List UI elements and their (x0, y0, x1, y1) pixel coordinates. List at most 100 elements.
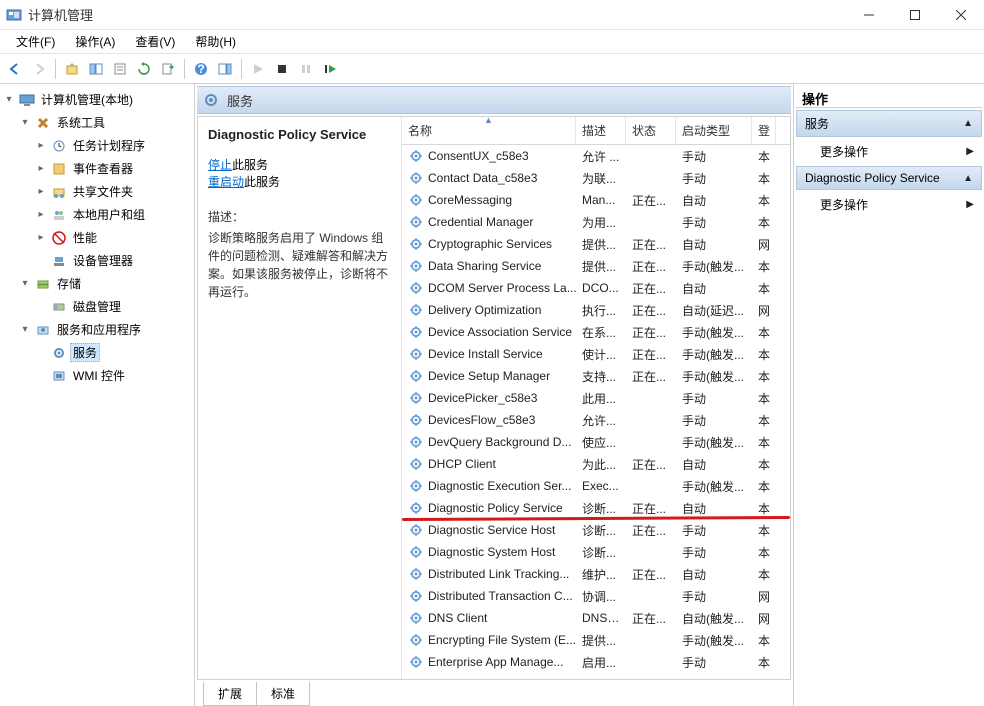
export-button[interactable] (157, 58, 179, 80)
action-pane-toggle[interactable] (214, 58, 236, 80)
service-row[interactable]: Contact Data_c58e3为联...手动本 (402, 167, 790, 189)
menu-help[interactable]: 帮助(H) (185, 30, 246, 53)
caret-icon[interactable]: ▾ (18, 117, 32, 128)
refresh-button[interactable] (133, 58, 155, 80)
service-row[interactable]: Enterprise App Manage...启用...手动本 (402, 651, 790, 673)
caret-icon[interactable]: ▾ (18, 278, 32, 289)
service-row[interactable]: Distributed Transaction C...协调...手动网 (402, 585, 790, 607)
restart-link[interactable]: 重启动 (208, 175, 244, 189)
service-row[interactable]: Delivery Optimization执行...正在...自动(延迟...网 (402, 299, 790, 321)
tab-extended[interactable]: 扩展 (203, 682, 257, 706)
service-row[interactable]: Cryptographic Services提供...正在...自动网 (402, 233, 790, 255)
col-logon[interactable]: 登 (752, 117, 776, 144)
col-status[interactable]: 状态 (626, 117, 676, 144)
stop-service-button[interactable] (271, 58, 293, 80)
service-row[interactable]: DHCP Client为此...正在...自动本 (402, 453, 790, 475)
service-row[interactable]: Device Setup Manager支持...正在...手动(触发...本 (402, 365, 790, 387)
properties-button[interactable] (109, 58, 131, 80)
tree-label[interactable]: 服务 (70, 343, 100, 362)
tree-label[interactable]: 计算机管理(本地) (38, 90, 136, 109)
tree-storage[interactable]: ▾ 存储 (18, 272, 192, 295)
tab-standard[interactable]: 标准 (256, 682, 310, 706)
service-row[interactable]: Diagnostic Execution Ser...Exec...手动(触发.… (402, 475, 790, 497)
tree-performance[interactable]: ▸ 性能 (34, 226, 192, 249)
menu-action[interactable]: 操作(A) (65, 30, 125, 53)
col-desc[interactable]: 描述 (576, 117, 626, 144)
tree-label[interactable]: 存储 (54, 274, 84, 293)
pause-service-button[interactable] (295, 58, 317, 80)
service-row[interactable]: Device Association Service在系...正在...手动(触… (402, 321, 790, 343)
help-button[interactable]: ? (190, 58, 212, 80)
tree-services-apps[interactable]: ▾ 服务和应用程序 (18, 318, 192, 341)
tree-label[interactable]: 服务和应用程序 (54, 320, 144, 339)
service-row[interactable]: DevicePicker_c58e3此用...手动本 (402, 387, 790, 409)
service-row[interactable]: DNS ClientDNS ...正在...自动(触发...网 (402, 607, 790, 629)
caret-icon[interactable]: ▸ (34, 232, 48, 243)
tree-disk-management[interactable]: ▸磁盘管理 (34, 295, 192, 318)
caret-icon[interactable]: ▸ (34, 186, 48, 197)
caret-icon[interactable]: ▸ (34, 209, 48, 220)
submenu-icon: ▶ (966, 199, 974, 210)
tree-label[interactable]: WMI 控件 (70, 366, 128, 385)
service-row[interactable]: Encrypting File System (E...提供...手动(触发..… (402, 629, 790, 651)
caret-icon[interactable]: ▾ (2, 94, 16, 105)
show-hide-tree-button[interactable] (85, 58, 107, 80)
tree-label[interactable]: 事件查看器 (70, 159, 136, 178)
col-start[interactable]: 启动类型 (676, 117, 752, 144)
service-row[interactable]: CoreMessagingMan...正在...自动本 (402, 189, 790, 211)
service-row[interactable]: DevQuery Background D...使应...手动(触发...本 (402, 431, 790, 453)
tree-label[interactable]: 系统工具 (54, 113, 108, 132)
service-row[interactable]: Distributed Link Tracking...维护...正在...自动… (402, 563, 790, 585)
more-actions-selected[interactable]: 更多操作▶ (796, 190, 982, 219)
service-row[interactable]: Device Install Service使计...正在...手动(触发...… (402, 343, 790, 365)
forward-button[interactable] (28, 58, 50, 80)
service-row[interactable]: Diagnostic System Host诊断...手动本 (402, 541, 790, 563)
tree-label[interactable]: 任务计划程序 (70, 136, 148, 155)
gear-icon (408, 412, 424, 428)
tree-label[interactable]: 共享文件夹 (70, 182, 136, 201)
service-row[interactable]: DevicesFlow_c58e3允许...手动本 (402, 409, 790, 431)
service-status-cell: 正在... (626, 566, 676, 583)
more-actions-services[interactable]: 更多操作▶ (796, 137, 982, 166)
tree-wmi[interactable]: ▸WMI 控件 (34, 364, 192, 387)
service-row[interactable]: Data Sharing Service提供...正在...手动(触发...本 (402, 255, 790, 277)
tree-services[interactable]: ▸服务 (34, 341, 192, 364)
tree-pane[interactable]: ▾ 计算机管理(本地) ▾ 系统工具 ▸ 任务计划程序 ▸ 事件查看器 ▸ 共享文件夹… (0, 84, 195, 706)
back-button[interactable] (4, 58, 26, 80)
tree-task-scheduler[interactable]: ▸ 任务计划程序 (34, 134, 192, 157)
tree-label[interactable]: 磁盘管理 (70, 297, 124, 316)
service-row[interactable]: Diagnostic Policy Service诊断...正在...自动本 (402, 497, 790, 519)
actions-section-services[interactable]: 服务▲ (796, 110, 982, 137)
tree-local-users[interactable]: ▸ 本地用户和组 (34, 203, 192, 226)
service-row[interactable]: DCOM Server Process La...DCO...正在...自动本 (402, 277, 790, 299)
tree-device-manager[interactable]: ▸设备管理器 (34, 249, 192, 272)
stop-link[interactable]: 停止 (208, 158, 232, 172)
caret-icon[interactable]: ▸ (34, 140, 48, 151)
tree-event-viewer[interactable]: ▸ 事件查看器 (34, 157, 192, 180)
caret-icon[interactable]: ▾ (18, 324, 32, 335)
close-button[interactable] (938, 0, 984, 30)
gear-icon (408, 170, 424, 186)
restart-service-button[interactable] (319, 58, 341, 80)
start-service-button[interactable] (247, 58, 269, 80)
tree-label[interactable]: 设备管理器 (70, 251, 136, 270)
service-logon-cell: 本 (752, 434, 776, 451)
tree-root[interactable]: ▾ 计算机管理(本地) (2, 88, 192, 111)
service-row[interactable]: Diagnostic Service Host诊断...正在...手动本 (402, 519, 790, 541)
tree-label[interactable]: 本地用户和组 (70, 205, 148, 224)
service-desc-cell: 允许... (576, 412, 626, 429)
tree-label[interactable]: 性能 (70, 228, 100, 247)
menu-file[interactable]: 文件(F) (6, 30, 65, 53)
up-button[interactable] (61, 58, 83, 80)
service-row[interactable]: ConsentUX_c58e3允许 ...手动本 (402, 145, 790, 167)
caret-icon[interactable]: ▸ (34, 163, 48, 174)
service-row[interactable]: Credential Manager为用...手动本 (402, 211, 790, 233)
maximize-button[interactable] (892, 0, 938, 30)
tree-shared-folders[interactable]: ▸ 共享文件夹 (34, 180, 192, 203)
tree-system-tools[interactable]: ▾ 系统工具 (18, 111, 192, 134)
list-body[interactable]: ConsentUX_c58e3允许 ...手动本Contact Data_c58… (402, 145, 790, 679)
actions-section-selected[interactable]: Diagnostic Policy Service▲ (796, 166, 982, 190)
minimize-button[interactable] (846, 0, 892, 30)
col-name[interactable]: ▲名称 (402, 117, 576, 144)
menu-view[interactable]: 查看(V) (125, 30, 185, 53)
